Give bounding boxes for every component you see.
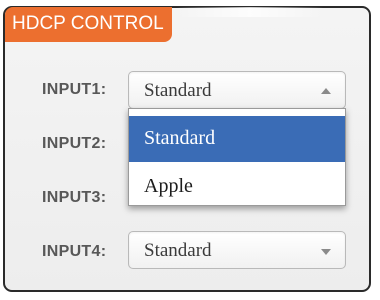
chevron-up-icon bbox=[321, 88, 331, 94]
dropdown-option-standard[interactable]: Standard bbox=[129, 116, 345, 162]
panel-gloss-highlight bbox=[175, 7, 325, 17]
panel-title: HDCP CONTROL bbox=[5, 7, 172, 42]
chevron-down-icon bbox=[321, 249, 331, 255]
input2-label: INPUT2: bbox=[42, 135, 107, 152]
input1-dropdown-list: Standard Apple bbox=[128, 108, 346, 206]
input4-select-value: Standard bbox=[144, 240, 212, 261]
input4-label: INPUT4: bbox=[42, 243, 107, 260]
input1-label: INPUT1: bbox=[42, 81, 107, 98]
dropdown-option-apple[interactable]: Apple bbox=[129, 164, 345, 210]
input4-select[interactable]: Standard bbox=[128, 231, 346, 269]
input3-label: INPUT3: bbox=[42, 189, 107, 206]
input1-select-value: Standard bbox=[144, 80, 212, 101]
input1-select[interactable]: Standard bbox=[128, 71, 346, 109]
